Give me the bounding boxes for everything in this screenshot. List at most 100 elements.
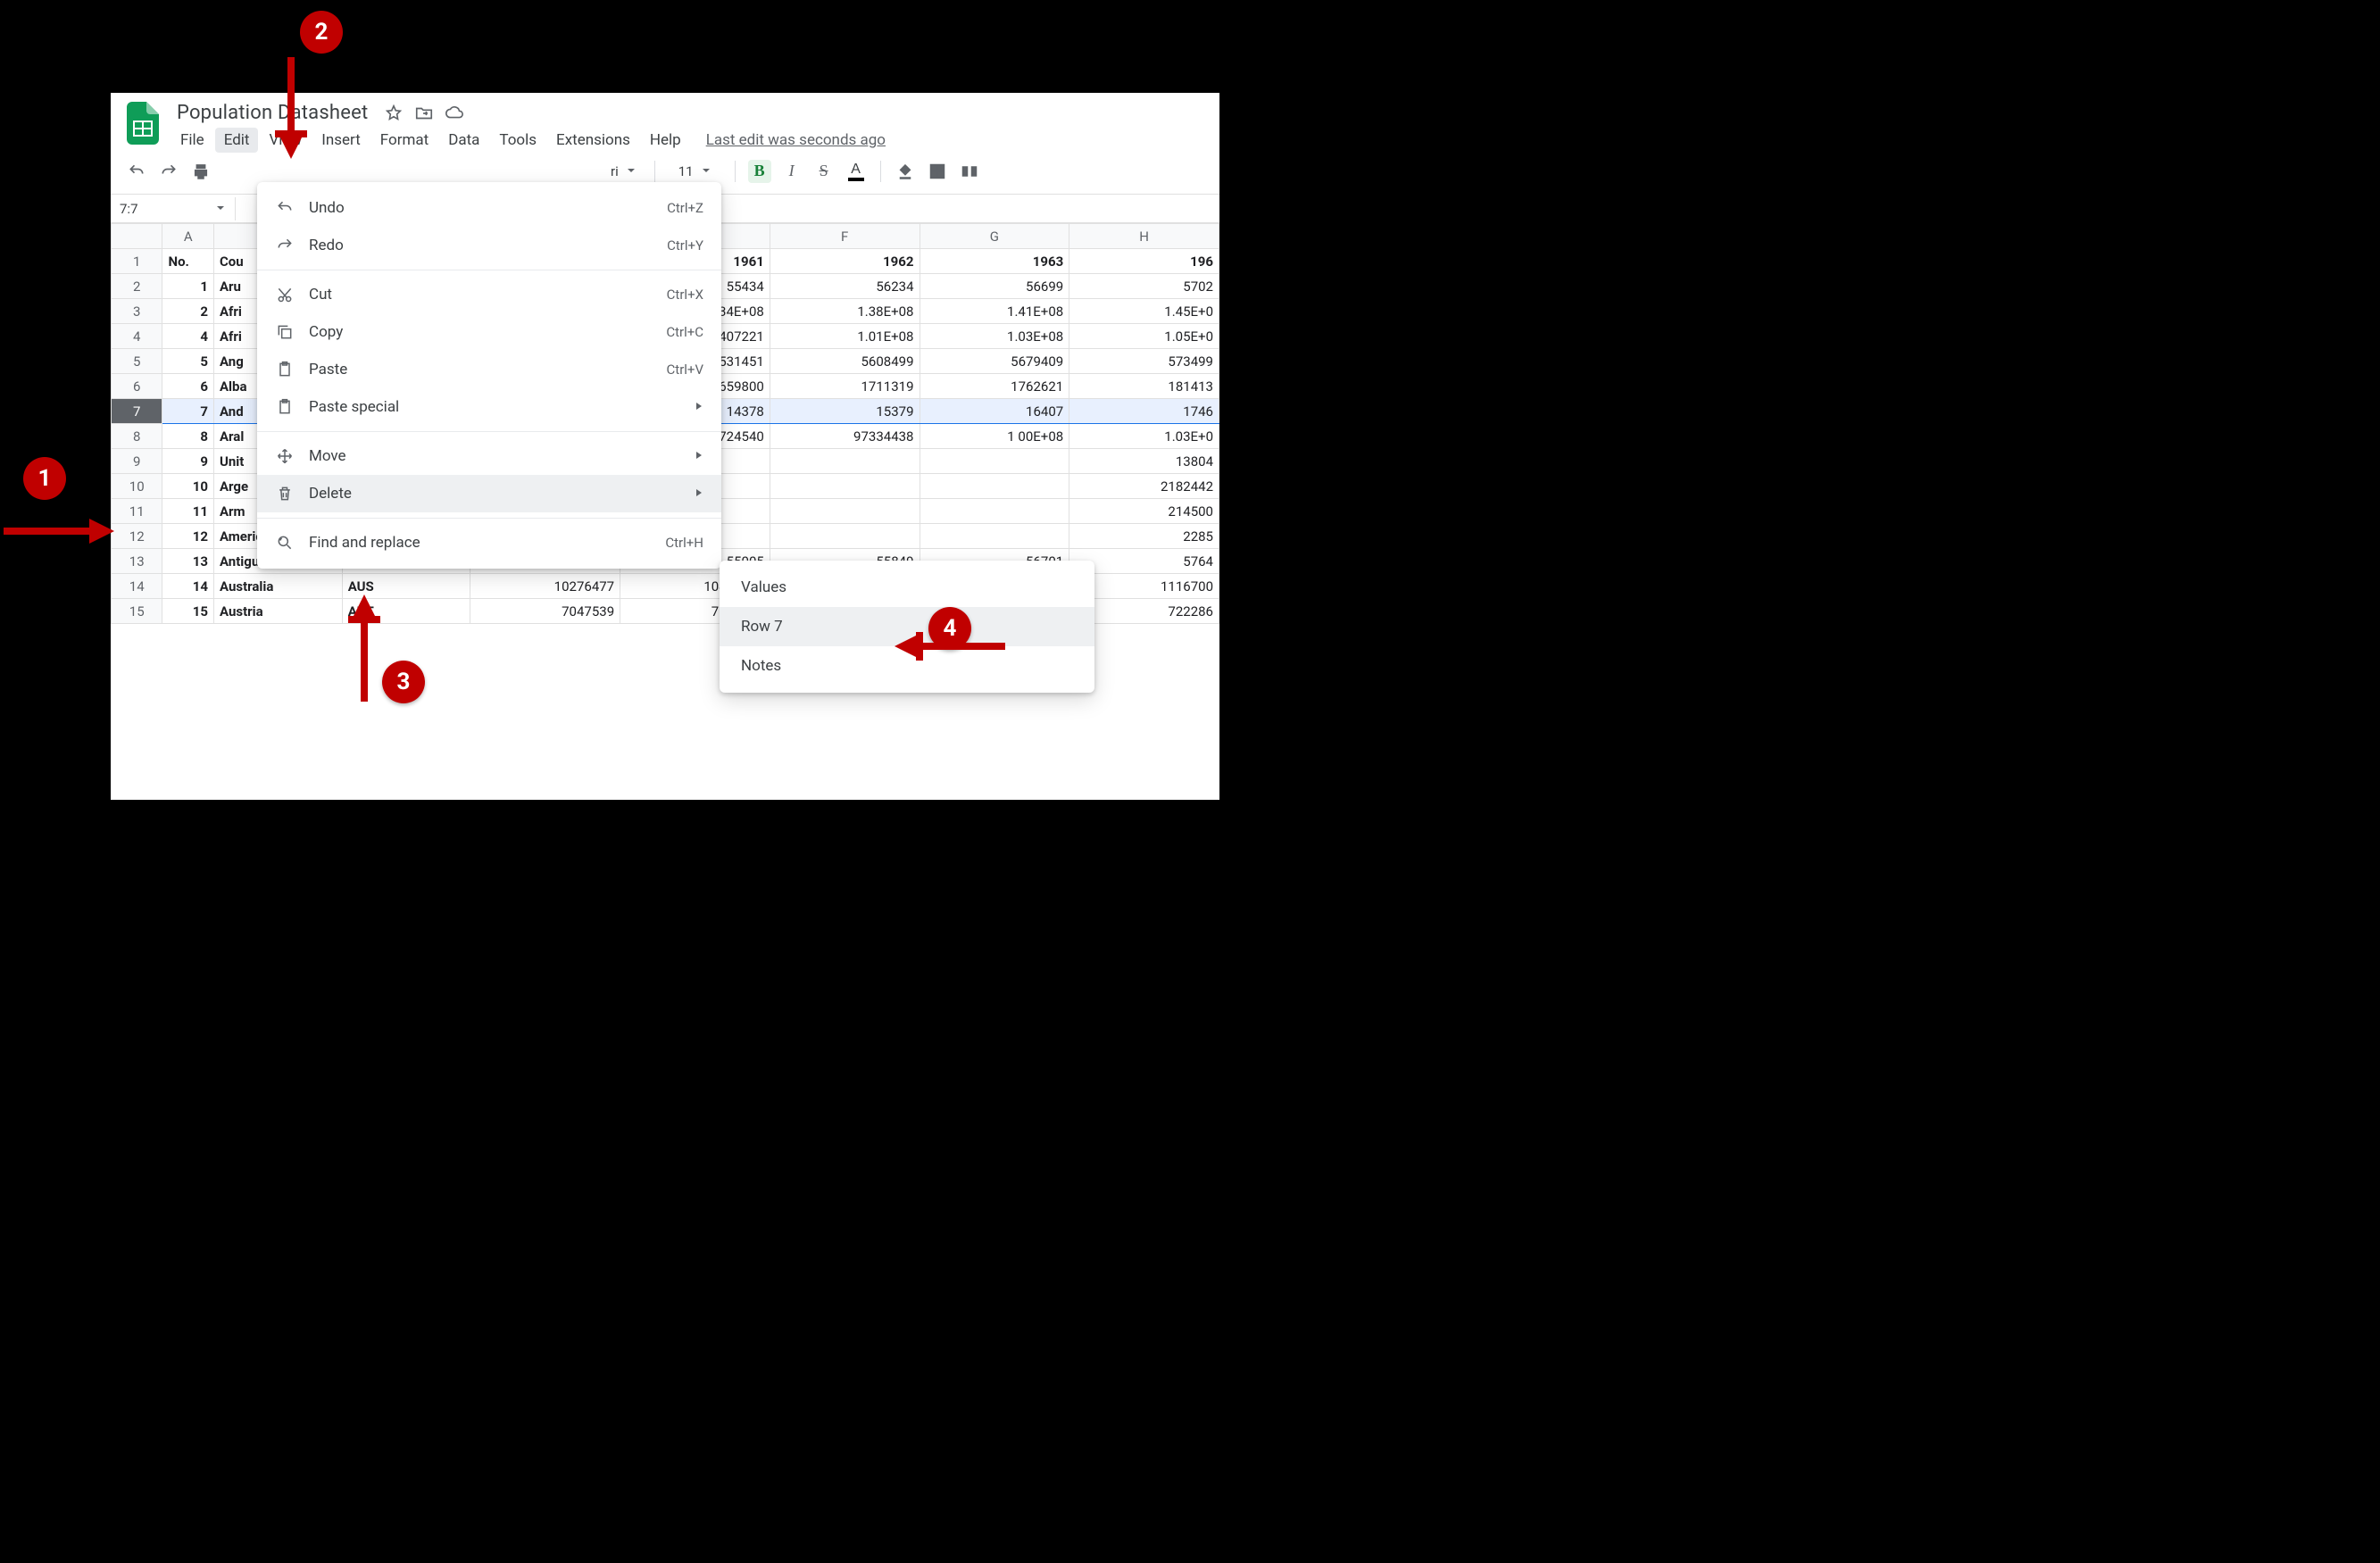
row-header[interactable]: 9 (112, 449, 162, 474)
row-header[interactable]: 8 (112, 424, 162, 449)
submenu-item-row-7[interactable]: Row 7 (720, 607, 1094, 646)
italic-button[interactable]: I (780, 160, 803, 183)
cell[interactable]: 1962 (770, 249, 920, 274)
cell[interactable] (770, 449, 920, 474)
text-color-button[interactable]: A (845, 160, 868, 183)
cell[interactable]: 1711319 (770, 374, 920, 399)
print-icon[interactable] (189, 160, 212, 183)
cell[interactable]: 56234 (770, 274, 920, 299)
cell[interactable]: 1.01E+08 (770, 324, 920, 349)
redo-icon[interactable] (157, 160, 180, 183)
undo-icon[interactable] (125, 160, 148, 183)
row-header[interactable]: 11 (112, 499, 162, 524)
row-header[interactable]: 4 (112, 324, 162, 349)
cell[interactable]: 1 (162, 274, 213, 299)
column-header[interactable]: G (920, 224, 1069, 249)
cell[interactable]: 7047539 (470, 599, 620, 624)
row-header[interactable]: 15 (112, 599, 162, 624)
cell[interactable]: 15 (162, 599, 213, 624)
move-folder-icon[interactable] (414, 104, 434, 123)
row-header[interactable]: 10 (112, 474, 162, 499)
menu-extensions[interactable]: Extensions (547, 128, 639, 153)
last-edit-link[interactable]: Last edit was seconds ago (706, 131, 886, 149)
cell[interactable]: 1963 (920, 249, 1069, 274)
cell[interactable]: 2 (162, 299, 213, 324)
cell[interactable]: 15379 (770, 399, 920, 424)
menu-item-copy[interactable]: CopyCtrl+C (257, 313, 721, 351)
menu-edit[interactable]: Edit (215, 128, 259, 153)
cell[interactable]: 1 00E+08 (920, 424, 1069, 449)
cell[interactable]: 2285 (1069, 524, 1219, 549)
fill-color-button[interactable] (894, 160, 917, 183)
cell[interactable]: 8 (162, 424, 213, 449)
cell[interactable]: 7 (162, 399, 213, 424)
submenu-item-values[interactable]: Values (720, 568, 1094, 607)
cell[interactable]: 13 (162, 549, 213, 574)
borders-button[interactable] (926, 160, 949, 183)
submenu-item-notes[interactable]: Notes (720, 646, 1094, 686)
menu-insert[interactable]: Insert (312, 128, 370, 153)
strikethrough-button[interactable]: S (812, 160, 836, 183)
menu-item-delete[interactable]: Delete (257, 475, 721, 512)
row-header[interactable]: 13 (112, 549, 162, 574)
cell[interactable] (920, 474, 1069, 499)
cell[interactable]: 1746 (1069, 399, 1219, 424)
cell[interactable]: 1.41E+08 (920, 299, 1069, 324)
cell[interactable]: 10 (162, 474, 213, 499)
sheets-logo-icon[interactable] (125, 100, 161, 146)
name-box[interactable]: 7:7 (111, 197, 236, 220)
cell[interactable]: 1762621 (920, 374, 1069, 399)
cell[interactable]: 12 (162, 524, 213, 549)
row-header[interactable]: 5 (112, 349, 162, 374)
cell[interactable]: 1.03E+08 (920, 324, 1069, 349)
cell[interactable]: AUS (342, 574, 470, 599)
row-header[interactable]: 12 (112, 524, 162, 549)
cell[interactable]: 16407 (920, 399, 1069, 424)
cell[interactable]: No. (162, 249, 213, 274)
bold-button[interactable]: B (748, 160, 771, 183)
row-header[interactable]: 14 (112, 574, 162, 599)
row-header[interactable]: 3 (112, 299, 162, 324)
cell[interactable]: 1.05E+0 (1069, 324, 1219, 349)
cell[interactable]: 97334438 (770, 424, 920, 449)
menu-file[interactable]: File (171, 128, 213, 153)
menu-tools[interactable]: Tools (490, 128, 545, 153)
cell[interactable]: 4 (162, 324, 213, 349)
doc-title[interactable]: Population Datasheet (171, 100, 373, 126)
cell[interactable]: AUT (342, 599, 470, 624)
cell[interactable] (920, 499, 1069, 524)
cell[interactable]: 5679409 (920, 349, 1069, 374)
cell[interactable] (770, 474, 920, 499)
row-header[interactable]: 1 (112, 249, 162, 274)
cell[interactable]: 10276477 (470, 574, 620, 599)
cell[interactable]: 5702 (1069, 274, 1219, 299)
cell[interactable]: 5608499 (770, 349, 920, 374)
menu-item-find-and-replace[interactable]: Find and replaceCtrl+H (257, 524, 721, 561)
cell[interactable]: 56699 (920, 274, 1069, 299)
menu-item-move[interactable]: Move (257, 437, 721, 475)
cell[interactable]: 5 (162, 349, 213, 374)
cell[interactable] (920, 524, 1069, 549)
menu-item-cut[interactable]: CutCtrl+X (257, 276, 721, 313)
cloud-status-icon[interactable] (445, 104, 464, 123)
cell[interactable] (770, 524, 920, 549)
row-header[interactable]: 2 (112, 274, 162, 299)
cell[interactable]: 1.03E+0 (1069, 424, 1219, 449)
cell[interactable] (920, 449, 1069, 474)
cell[interactable]: 1.45E+0 (1069, 299, 1219, 324)
menu-format[interactable]: Format (371, 128, 437, 153)
merge-button[interactable] (958, 160, 981, 183)
cell[interactable]: 2182442 (1069, 474, 1219, 499)
cell[interactable]: 11 (162, 499, 213, 524)
menu-data[interactable]: Data (439, 128, 488, 153)
cell[interactable]: 573499 (1069, 349, 1219, 374)
row-header[interactable]: 7 (112, 399, 162, 424)
menu-item-undo[interactable]: UndoCtrl+Z (257, 189, 721, 227)
menu-item-paste[interactable]: PasteCtrl+V (257, 351, 721, 388)
font-size-select[interactable]: 11 (668, 163, 722, 179)
column-header[interactable]: F (770, 224, 920, 249)
row-header[interactable]: 6 (112, 374, 162, 399)
cell[interactable]: 181413 (1069, 374, 1219, 399)
cell[interactable]: 14 (162, 574, 213, 599)
menu-view[interactable]: View (260, 128, 311, 153)
